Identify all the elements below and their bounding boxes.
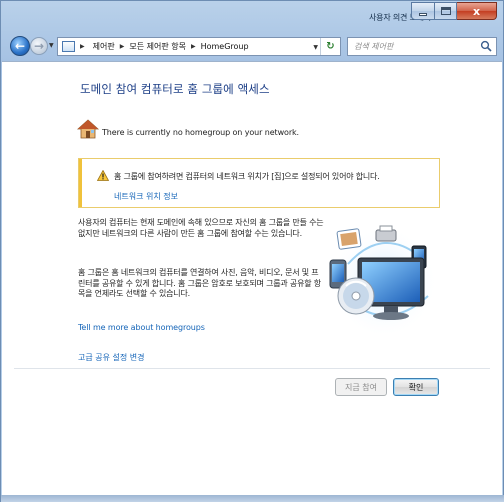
warning-box: 홈 그룹에 참여하려면 컴퓨터의 네트워크 위치가 [집]으로 설정되어 있어야…	[78, 158, 440, 208]
history-dropdown-icon[interactable]: ▼	[49, 42, 54, 49]
domain-info-paragraph: 사용자의 컴퓨터는 현재 도메인에 속해 있으므로 자신의 홈 그룹을 만들 수…	[78, 218, 324, 238]
forward-arrow-icon: →	[33, 39, 45, 53]
breadcrumb-control-panel[interactable]: 제어판	[93, 41, 115, 52]
address-dropdown-icon[interactable]: ▼	[313, 44, 318, 51]
close-icon: x	[472, 4, 481, 18]
back-button[interactable]: ←	[10, 36, 30, 56]
chevron-right-icon[interactable]: ▶	[120, 43, 125, 50]
footer-divider	[14, 368, 490, 369]
forward-button[interactable]: →	[30, 37, 48, 55]
content-pane: 도메인 참여 컴퓨터로 홈 그룹에 액세스 There is currently…	[2, 61, 502, 501]
chevron-right-icon[interactable]: ▶	[80, 43, 85, 50]
ok-button[interactable]: 확인	[393, 378, 439, 396]
close-button[interactable]: x	[457, 2, 497, 20]
chevron-right-icon[interactable]: ▶	[191, 43, 196, 50]
window-frame: 사용자 의견 보내기 x ← → ▼ ▶ 제어판 ▶ 모든 제어판 항목 ▶ H…	[0, 0, 504, 502]
minimize-button[interactable]	[411, 2, 435, 20]
advanced-sharing-link[interactable]: 고급 공유 설정 변경	[78, 352, 145, 363]
search-box	[347, 37, 497, 56]
refresh-button[interactable]: ↻	[320, 38, 340, 55]
maximize-button[interactable]	[435, 2, 457, 20]
minimize-icon	[419, 12, 427, 16]
search-icon[interactable]	[480, 40, 492, 52]
page-title: 도메인 참여 컴퓨터로 홈 그룹에 액세스	[80, 82, 270, 96]
search-input[interactable]	[354, 39, 479, 54]
warning-accent-bar	[79, 159, 82, 207]
warning-text: 홈 그룹에 참여하려면 컴퓨터의 네트워크 위치가 [집]으로 설정되어 있어야…	[114, 172, 380, 181]
navigation-bar: ← → ▼ ▶ 제어판 ▶ 모든 제어판 항목 ▶ HomeGroup ▼ ↻	[1, 29, 503, 61]
network-location-link[interactable]: 네트워크 위치 정보	[114, 191, 178, 202]
caption-buttons: x	[411, 2, 497, 20]
breadcrumb: 제어판 ▶ 모든 제어판 항목 ▶ HomeGroup	[93, 41, 249, 52]
warning-icon	[97, 170, 109, 181]
homegroup-status-text: There is currently no homegroup on your …	[102, 128, 299, 137]
breadcrumb-all-items[interactable]: 모든 제어판 항목	[129, 41, 186, 52]
homegroup-description-paragraph: 홈 그룹은 홈 네트워크의 컴퓨터를 연결하여 사진, 음악, 비디오, 문서 …	[78, 268, 321, 299]
window-bottom-edge	[1, 495, 504, 502]
learn-more-link[interactable]: Tell me more about homegroups	[78, 323, 205, 332]
refresh-icon: ↻	[326, 41, 335, 52]
homegroup-illustration	[329, 225, 438, 338]
homegroup-icon	[77, 119, 99, 139]
join-now-button[interactable]: 지금 참여	[335, 378, 387, 396]
control-panel-icon	[62, 41, 75, 52]
back-arrow-icon: ←	[14, 39, 26, 53]
title-bar: 사용자 의견 보내기 x	[1, 1, 503, 29]
breadcrumb-homegroup[interactable]: HomeGroup	[201, 42, 249, 51]
maximize-icon	[440, 7, 451, 15]
address-bar[interactable]: ▶ 제어판 ▶ 모든 제어판 항목 ▶ HomeGroup ▼ ↻	[57, 37, 341, 56]
